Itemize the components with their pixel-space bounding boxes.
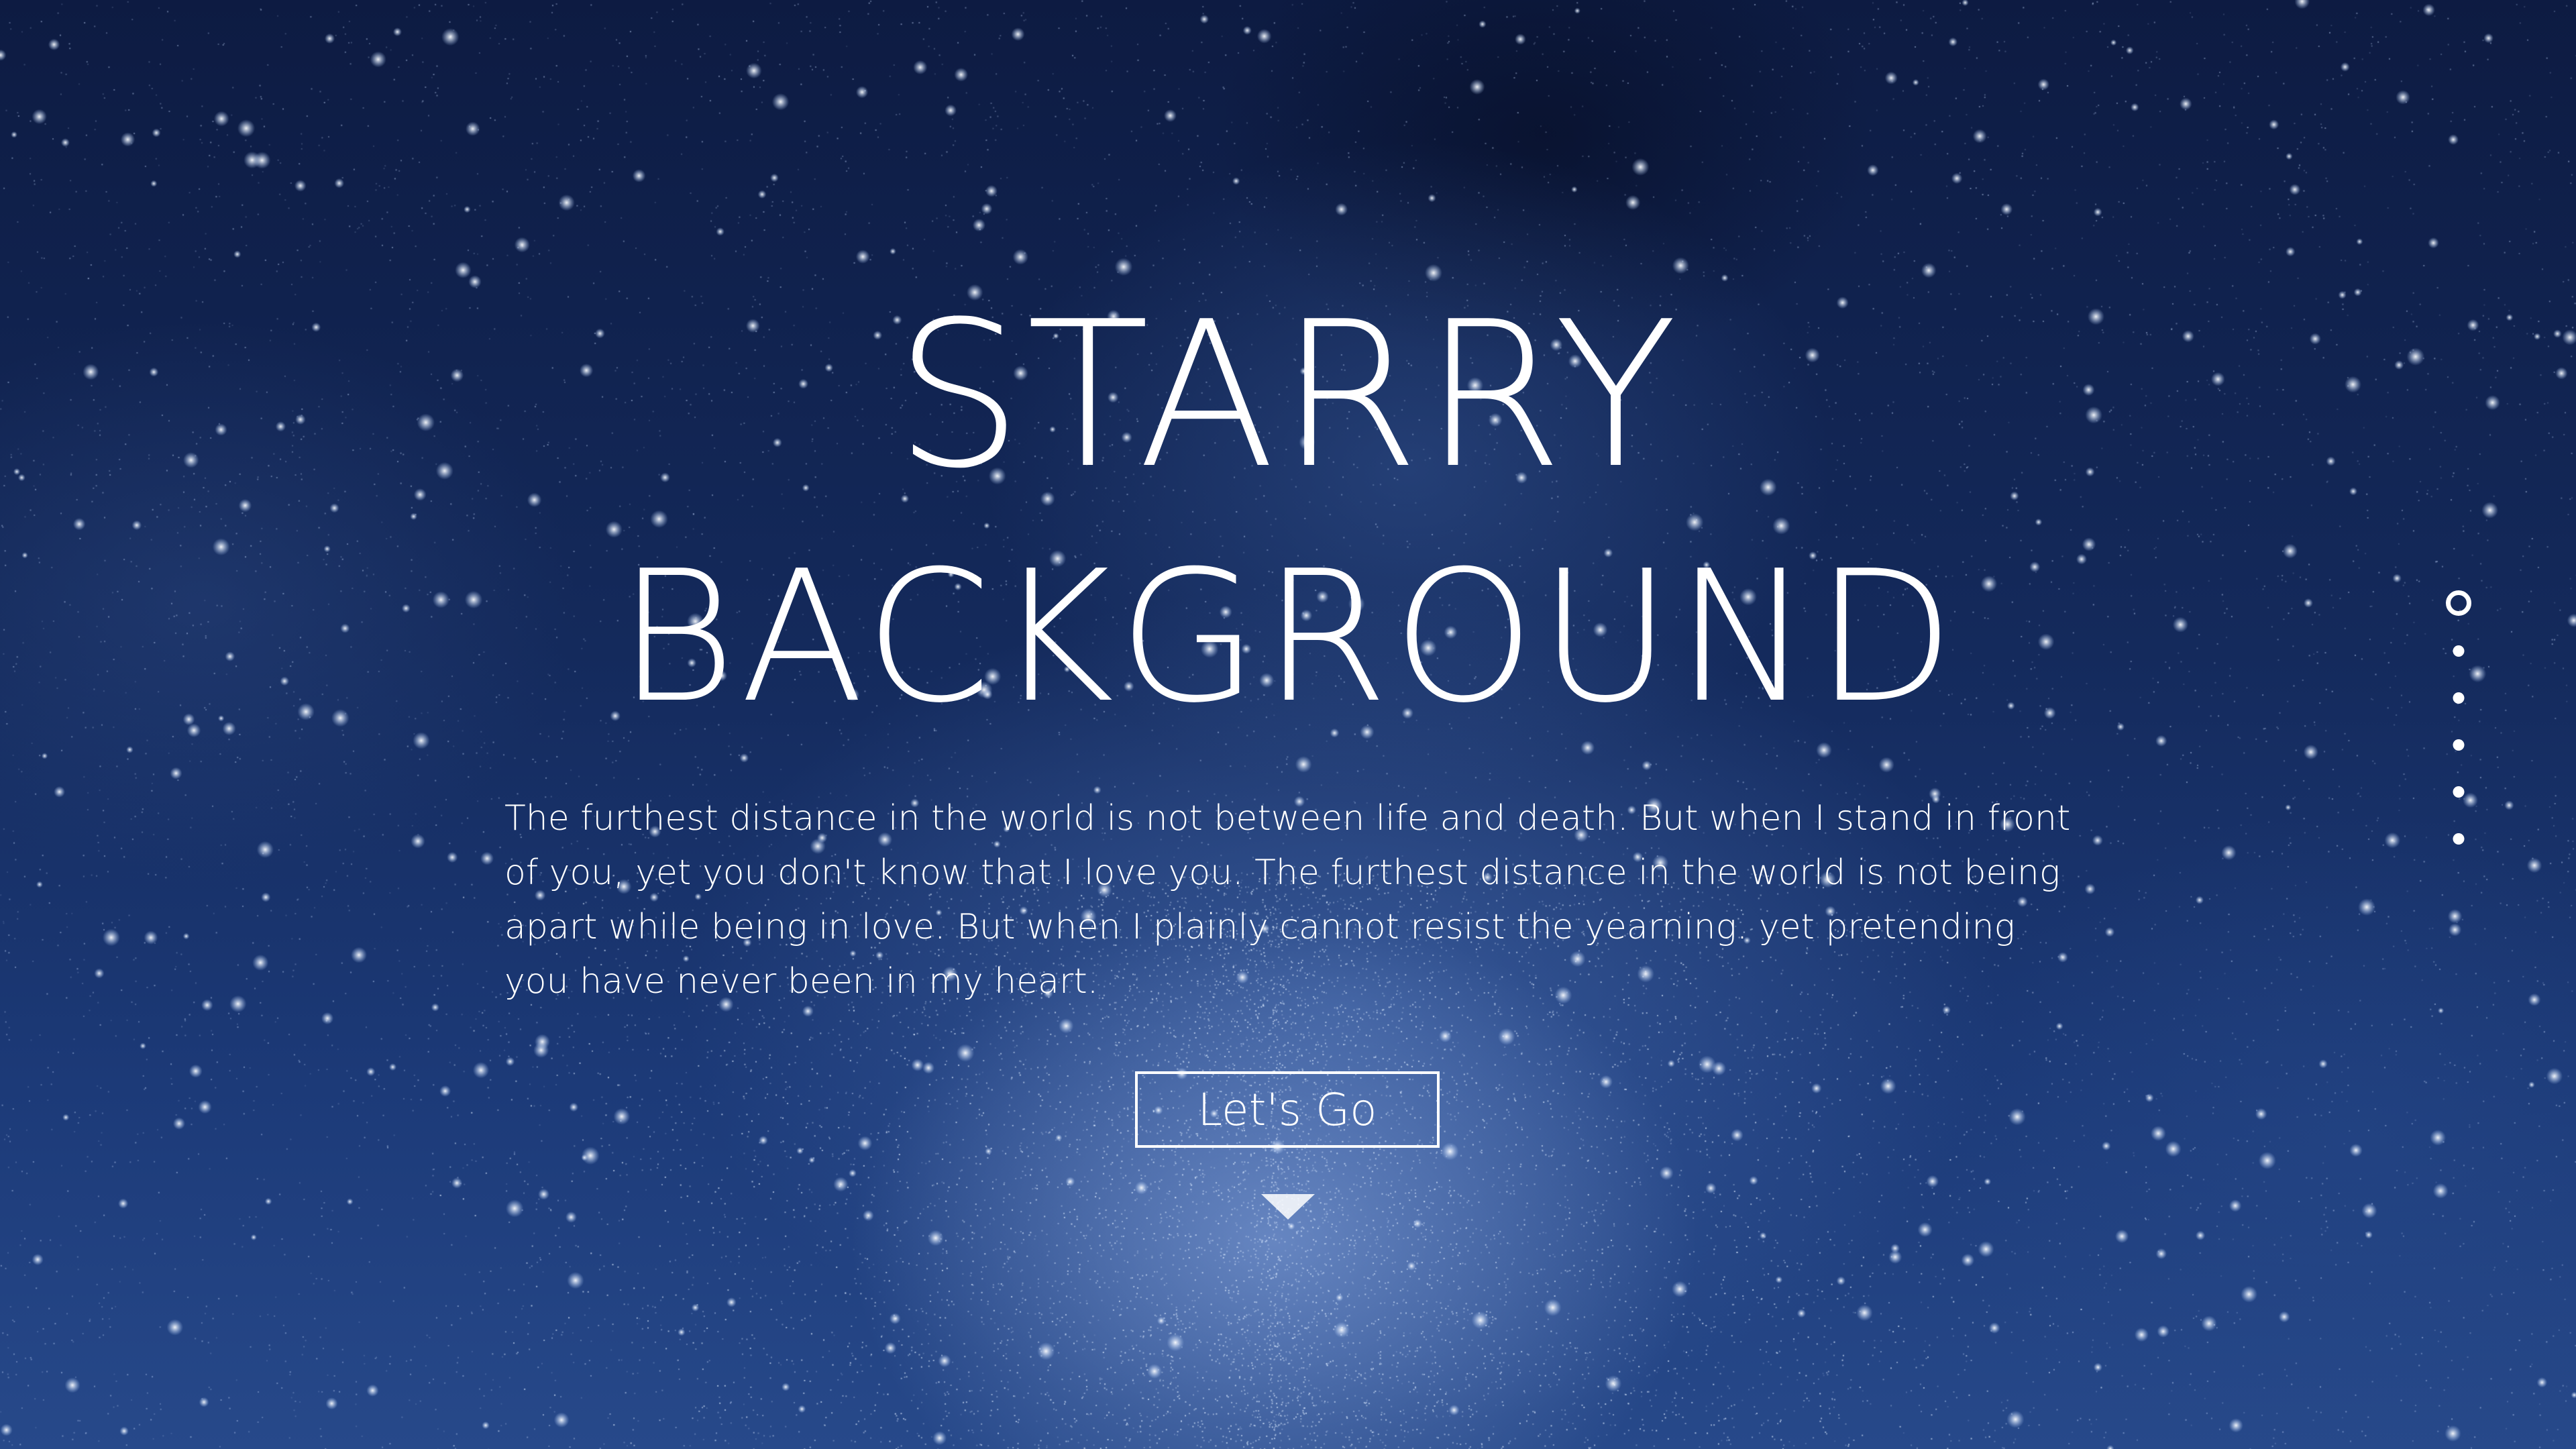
hero-title-line-1: STARRY [894, 278, 1682, 513]
pagination-dot-3[interactable] [2453, 692, 2465, 704]
lets-go-button-label: Let's Go [1197, 1083, 1377, 1136]
pagination-dot-2[interactable] [2453, 645, 2465, 657]
pagination-dot-5[interactable] [2453, 786, 2465, 798]
slide: STARRY BACKGROUND The furthest distance … [0, 0, 2576, 1449]
triangle-down-icon[interactable] [1261, 1194, 1315, 1221]
pagination-dot-6[interactable] [2453, 833, 2465, 845]
pagination-dot-4[interactable] [2453, 739, 2465, 751]
pagination-dots [2415, 590, 2502, 859]
hero-description: The furthest distance in the world is no… [504, 798, 2071, 1002]
lets-go-button[interactable]: Let's Go [1135, 1071, 1440, 1148]
pagination-dot-1[interactable] [2446, 590, 2471, 616]
hero-title-line-2: BACKGROUND [617, 531, 1959, 743]
